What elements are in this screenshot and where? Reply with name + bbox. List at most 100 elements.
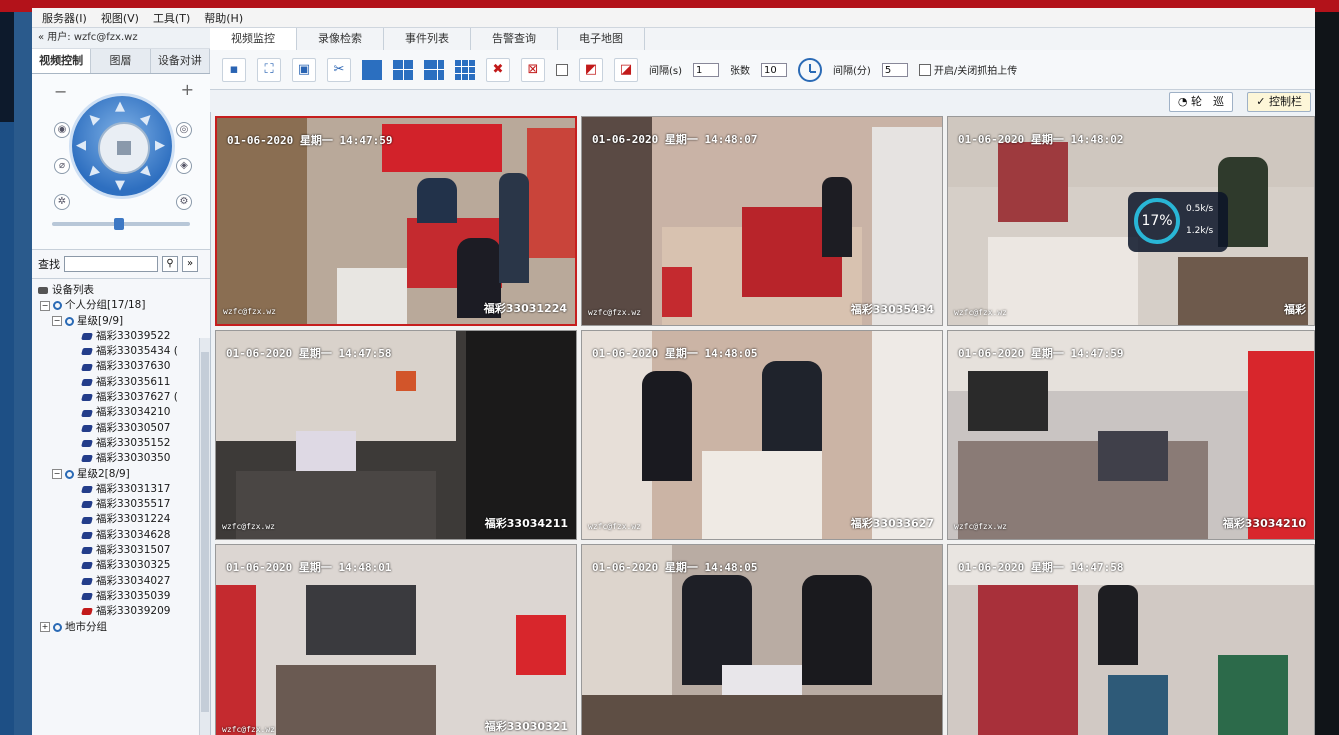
upload-toggle[interactable]: 开启/关闭抓拍上传 bbox=[918, 62, 1017, 77]
layout-one-icon[interactable]: ▪ bbox=[222, 57, 246, 82]
interval-min-input[interactable]: 5 bbox=[881, 62, 908, 77]
tree-item[interactable]: 福彩33035039 bbox=[38, 589, 210, 604]
patrol-button[interactable]: ◔ 轮 巡 bbox=[1168, 92, 1233, 112]
light-icon[interactable]: ✲ bbox=[54, 194, 70, 210]
video-cell[interactable]: 17% 0.5k/s 1.2k/s 01-06-2020 星期一 14:48:0… bbox=[947, 116, 1315, 326]
tree-item-label: 福彩33035434 ( bbox=[96, 345, 178, 358]
zoom-out-icon[interactable]: − bbox=[54, 82, 67, 101]
menu-tools[interactable]: 工具(T) bbox=[153, 10, 190, 26]
ptz-speed-thumb[interactable] bbox=[114, 218, 124, 230]
gear-icon[interactable]: ⚙ bbox=[176, 194, 192, 210]
tab-device-intercom[interactable]: 设备对讲 bbox=[150, 49, 210, 73]
tab-alarm-query[interactable]: 告警查询 bbox=[471, 28, 558, 50]
search-input[interactable] bbox=[64, 256, 158, 272]
tree-item[interactable]: 福彩33035434 ( bbox=[38, 344, 210, 359]
ptz-speed-slider[interactable] bbox=[52, 218, 190, 230]
expand-icon[interactable]: » bbox=[182, 256, 198, 272]
tree-item[interactable]: 福彩33035611 bbox=[38, 375, 210, 390]
tree-item[interactable]: 福彩33031317 bbox=[38, 482, 210, 497]
tree-subgroup-1[interactable]: − 星级[9/9] bbox=[38, 314, 210, 329]
video-cell[interactable]: 01-06-2020 星期一 14:47:59 wzfc@fzx.wz 福彩33… bbox=[947, 330, 1315, 540]
arrow-up-icon[interactable]: ▲ bbox=[115, 100, 125, 113]
expand-icon[interactable]: + bbox=[40, 622, 50, 633]
tree-item[interactable]: 福彩33034210 bbox=[38, 405, 210, 420]
tab-video-monitor[interactable]: 视频监控 bbox=[210, 28, 297, 50]
arrow-down-icon[interactable]: ▼ bbox=[115, 179, 125, 192]
collapse-icon[interactable]: − bbox=[52, 316, 62, 327]
video-cell[interactable]: 01-06-2020 星期一 14:48:05 bbox=[581, 544, 943, 735]
collapse-icon[interactable]: − bbox=[52, 469, 62, 480]
video-cell[interactable]: 01-06-2020 星期一 14:47:58 wzfc@fzx.wz 福彩33… bbox=[215, 330, 577, 540]
tree-item[interactable]: 福彩33037627 ( bbox=[38, 390, 210, 405]
interval-input[interactable]: 1 bbox=[693, 62, 720, 77]
video-cell[interactable]: 01-06-2020 星期一 14:47:58 bbox=[947, 544, 1315, 735]
menu-view[interactable]: 视图(V) bbox=[101, 10, 139, 26]
menu-help[interactable]: 帮助(H) bbox=[204, 10, 243, 26]
tree-item[interactable]: 福彩33035152 bbox=[38, 436, 210, 451]
tree-item[interactable]: 福彩33037630 bbox=[38, 359, 210, 374]
arrow-right-icon[interactable]: ▶ bbox=[155, 139, 165, 152]
ptz-stop-button[interactable] bbox=[98, 122, 150, 174]
tab-event-list[interactable]: 事件列表 bbox=[384, 28, 471, 50]
camera-icon bbox=[81, 455, 93, 463]
arrow-down-left-icon[interactable]: ▼ bbox=[84, 164, 102, 182]
tree-item[interactable]: 福彩33030325 bbox=[38, 558, 210, 573]
snapshot-icon[interactable]: ◩ bbox=[579, 57, 603, 82]
tree-scrollbar-thumb[interactable] bbox=[201, 352, 209, 712]
upload-checkbox[interactable] bbox=[918, 63, 931, 76]
ptz-direction-pad[interactable]: ▲ ▼ ◀ ▶ ▲ ▲ ▼ ▼ bbox=[72, 96, 172, 196]
search-icon[interactable]: ⚲ bbox=[162, 256, 178, 272]
tree-scrollbar[interactable] bbox=[199, 338, 210, 735]
tree-item[interactable]: 福彩33039522 bbox=[38, 329, 210, 344]
cut-icon[interactable]: ✂ bbox=[327, 57, 351, 82]
layout-3x3-icon[interactable] bbox=[455, 59, 475, 80]
select-checkbox[interactable] bbox=[556, 63, 568, 76]
tree-item[interactable]: 福彩33035517 bbox=[38, 497, 210, 512]
tab-video-control[interactable]: 视频控制 bbox=[32, 49, 92, 73]
tree-item[interactable]: 福彩33034628 bbox=[38, 528, 210, 543]
collapse-icon[interactable]: − bbox=[40, 300, 50, 311]
arrow-up-left-icon[interactable]: ▲ bbox=[84, 110, 102, 128]
tree-item[interactable]: 福彩33031507 bbox=[38, 543, 210, 558]
sheets-input[interactable]: 10 bbox=[761, 62, 788, 77]
close-window-icon[interactable]: ✖ bbox=[486, 57, 510, 82]
tree-item[interactable]: 福彩33031224 bbox=[38, 512, 210, 527]
tree-item-label: 福彩33034210 bbox=[96, 406, 171, 419]
tree-item[interactable]: 福彩33030507 bbox=[38, 421, 210, 436]
tree-group-personal[interactable]: − 个人分组[17/18] bbox=[38, 298, 210, 313]
upload-speed: 0.5k/s bbox=[1186, 204, 1214, 214]
tree-item-label: 福彩33034027 bbox=[96, 574, 171, 587]
tree-item[interactable]: 福彩33034027 bbox=[38, 574, 210, 589]
ptz-control: − + ◉ ⌀ ✲ ◎ ◈ ⚙ ▲ ▼ ◀ ▶ ▲ ▲ ▼ ▼ bbox=[32, 74, 210, 250]
shield-icon[interactable]: ◈ bbox=[176, 158, 192, 174]
layout-1plus5-icon[interactable] bbox=[424, 59, 444, 80]
arrow-left-icon[interactable]: ◀ bbox=[76, 139, 86, 152]
save-icon[interactable]: ▣ bbox=[292, 57, 316, 82]
layout-1x1-icon[interactable] bbox=[362, 59, 382, 80]
zoom-in-icon[interactable]: + bbox=[181, 80, 194, 99]
focus-far-icon[interactable]: ◎ bbox=[176, 122, 192, 138]
fullscreen-icon[interactable]: ⛶ bbox=[257, 57, 281, 82]
control-bar-button[interactable]: ✓ 控制栏 bbox=[1247, 92, 1311, 112]
video-cell[interactable]: 01-06-2020 星期一 14:48:01 wzfc@fzx.wz 福彩33… bbox=[215, 544, 577, 735]
arrow-up-right-icon[interactable]: ▲ bbox=[138, 110, 156, 128]
grid-cell bbox=[362, 59, 382, 80]
tab-recording-search[interactable]: 录像检索 bbox=[297, 28, 384, 50]
video-cell[interactable]: 01-06-2020 星期一 14:48:07 wzfc@fzx.wz 福彩33… bbox=[581, 116, 943, 326]
clock-icon[interactable] bbox=[798, 57, 823, 82]
tab-e-map[interactable]: 电子地图 bbox=[558, 28, 645, 50]
focus-near-icon[interactable]: ◉ bbox=[54, 122, 70, 138]
layout-2x2-icon[interactable] bbox=[393, 59, 413, 80]
tree-group-city[interactable]: + 地市分组 bbox=[38, 620, 210, 635]
tree-subgroup-2[interactable]: − 星级2[8/9] bbox=[38, 467, 210, 482]
tab-layers[interactable]: 图層 bbox=[91, 49, 151, 73]
tree-item[interactable]: 福彩33030350 bbox=[38, 451, 210, 466]
batch-snapshot-icon[interactable]: ◪ bbox=[614, 57, 638, 82]
video-cell[interactable]: 01-06-2020 星期一 14:48:05 wzfc@fzx.wz 福彩33… bbox=[581, 330, 943, 540]
menu-server[interactable]: 服务器(I) bbox=[42, 10, 87, 26]
tree-item[interactable]: 福彩33039209 bbox=[38, 604, 210, 619]
tree-root[interactable]: 设备列表 bbox=[38, 283, 210, 298]
video-cell[interactable]: 01-06-2020 星期一 14:47:59 wzfc@fzx.wz 福彩33… bbox=[215, 116, 577, 326]
close-all-icon[interactable]: ⊠ bbox=[521, 57, 545, 82]
iris-icon[interactable]: ⌀ bbox=[54, 158, 70, 174]
